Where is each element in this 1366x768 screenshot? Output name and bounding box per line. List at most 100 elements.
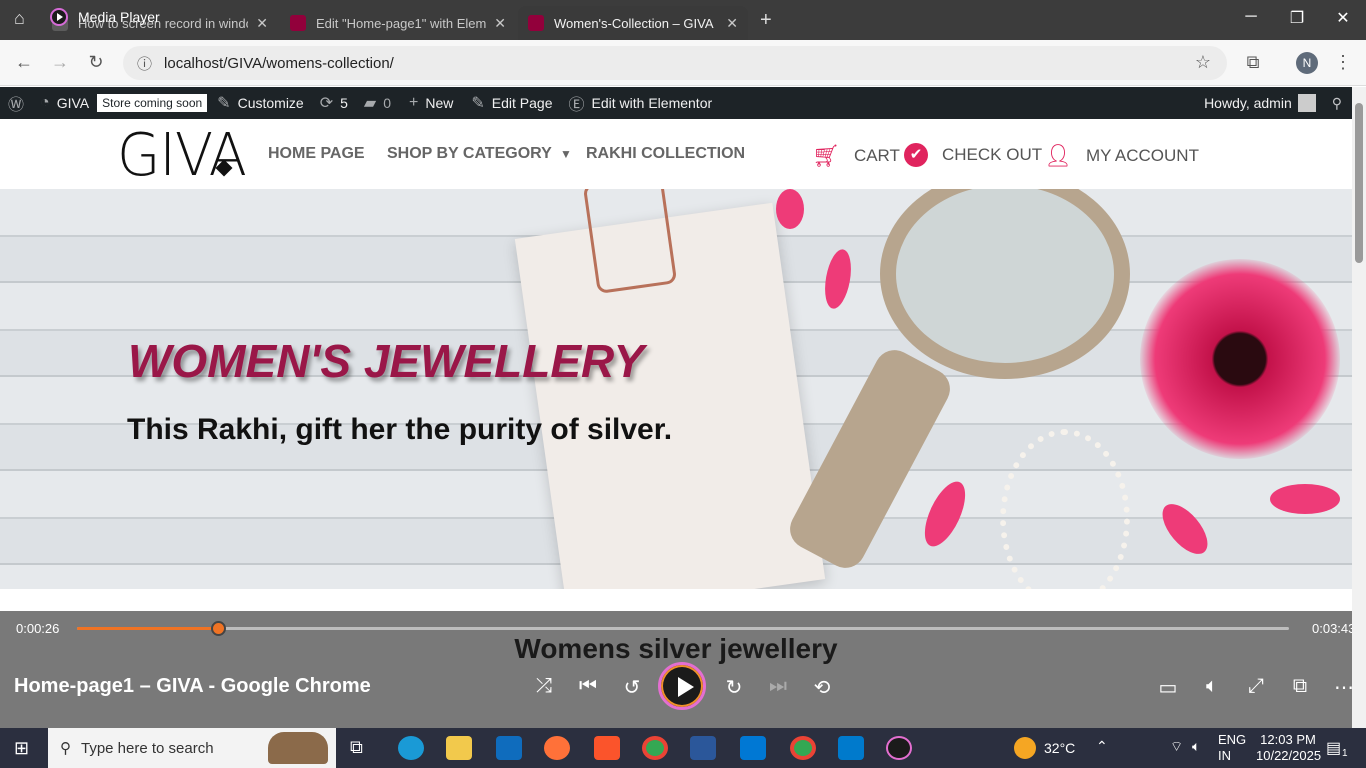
- windows-start-icon[interactable]: ⊞: [14, 738, 29, 759]
- chrome-profile-icon[interactable]: [790, 736, 816, 760]
- pencil-icon: ✎: [471, 95, 485, 112]
- wp-site-name[interactable]: ◔ GIVA: [40, 94, 89, 112]
- wp-edit-page[interactable]: ✎ Edit Page: [471, 93, 552, 113]
- media-player-app-name: Media Player: [78, 9, 160, 25]
- reload-icon[interactable]: ↻: [84, 52, 108, 73]
- close-tab-icon[interactable]: ✕: [726, 15, 738, 32]
- plus-icon: +: [409, 94, 419, 111]
- back-icon[interactable]: ←: [12, 52, 36, 73]
- vscode-icon[interactable]: [838, 736, 864, 760]
- home-icon[interactable]: ⌂: [14, 8, 25, 29]
- scrollbar-thumb[interactable]: [1355, 103, 1363, 263]
- search-icon: ⚲: [60, 740, 71, 757]
- edge-icon[interactable]: [398, 736, 424, 760]
- tab-edit-home-page[interactable]: Edit "Home-page1" with Elemen ✕: [280, 6, 516, 40]
- search-icon[interactable]: ⚲: [1332, 95, 1342, 112]
- search-placeholder: Type here to search: [81, 739, 214, 757]
- forward-30-icon[interactable]: ↻: [719, 675, 749, 700]
- site-logo[interactable]: GIVA: [117, 121, 247, 189]
- lang-indicator[interactable]: ENG IN: [1218, 732, 1246, 764]
- close-tab-icon[interactable]: ✕: [494, 15, 506, 32]
- app-icon[interactable]: [740, 736, 766, 760]
- close-tab-icon[interactable]: ✕: [256, 15, 268, 32]
- close-window-icon[interactable]: ✕: [1320, 8, 1366, 28]
- now-playing-title: Home-page1 – GIVA - Google Chrome: [14, 675, 371, 697]
- nav-checkout[interactable]: ✔ CHECK OUT: [904, 143, 1042, 167]
- flower-illustration: [1140, 259, 1340, 459]
- hero-heading: WOMEN'S JEWELLERY: [128, 335, 645, 387]
- wp-updates[interactable]: ⟳ 5: [320, 93, 348, 113]
- shuffle-icon[interactable]: ⤮: [529, 675, 559, 698]
- brush-icon: ✎: [217, 95, 231, 112]
- section-title: Womens silver jewellery: [514, 633, 838, 664]
- repeat-icon[interactable]: ⟲: [807, 675, 837, 700]
- minimize-icon[interactable]: ─: [1228, 8, 1274, 26]
- network-icon[interactable]: ⌔: [1170, 738, 1183, 756]
- comment-icon: ▰: [363, 95, 377, 112]
- firefox-icon[interactable]: [544, 736, 570, 760]
- region-code: IN: [1218, 748, 1231, 763]
- wp-new[interactable]: + New: [409, 94, 453, 112]
- tray-chevron-icon[interactable]: ⌃: [1096, 738, 1108, 755]
- lang-code: ENG: [1218, 732, 1247, 747]
- captions-icon[interactable]: ▭: [1153, 675, 1183, 700]
- wp-account[interactable]: Howdy, admin: [1204, 94, 1316, 112]
- wordpress-logo-icon[interactable]: Ⓦ: [8, 91, 24, 115]
- file-explorer-icon[interactable]: [446, 736, 472, 760]
- media-player-controls: Womens silver jewellery 0:00:26 0:03:43 …: [0, 611, 1366, 728]
- task-view-icon[interactable]: ⧉: [350, 737, 363, 758]
- tab-title: Women's-Collection – GIVA: [554, 15, 714, 31]
- menu-dots-icon[interactable]: ⋮: [1331, 52, 1355, 73]
- tab-womens-collection[interactable]: Women's-Collection – GIVA ✕: [518, 6, 748, 40]
- site-header: GIVA HOME PAGE SHOP BY CATEGORY ▼ RAKHI …: [0, 119, 1352, 190]
- cart-icon: 🛒︎: [812, 143, 840, 168]
- windows-taskbar: ⊞ ⚲ Type here to search ⧉ 32°C ⌃ ⌔ 🔈︎ EN…: [0, 728, 1366, 768]
- weather-icon[interactable]: [1014, 737, 1036, 759]
- nav-shop-by-category[interactable]: SHOP BY CATEGORY ▼: [387, 145, 572, 163]
- wp-customize[interactable]: ✎ Customize: [217, 93, 304, 113]
- seek-handle[interactable]: [210, 621, 226, 636]
- check-circle-icon: ✔: [904, 143, 928, 167]
- forward-icon[interactable]: →: [48, 52, 72, 73]
- taskbar-search[interactable]: ⚲ Type here to search: [48, 728, 336, 768]
- address-bar[interactable]: ⓘ localhost/GIVA/womens-collection/: [123, 46, 1227, 80]
- chevron-down-icon: ▼: [559, 147, 572, 161]
- fullscreen-icon[interactable]: ⤢: [1241, 675, 1271, 698]
- next-icon[interactable]: ⏭: [763, 675, 793, 698]
- notifications-icon[interactable]: ▤: [1326, 738, 1341, 758]
- volume-tray-icon[interactable]: 🔈︎: [1192, 738, 1200, 755]
- volume-icon[interactable]: 🔈︎: [1197, 675, 1227, 698]
- nav-rakhi-collection[interactable]: RAKHI COLLECTION: [586, 145, 745, 163]
- extensions-icon[interactable]: ⧉: [1241, 52, 1265, 73]
- petal-illustration: [1154, 496, 1216, 562]
- outlook-icon[interactable]: [496, 736, 522, 760]
- page-scrollbar[interactable]: [1352, 87, 1366, 728]
- nav-cart[interactable]: 🛒︎ CART: [812, 143, 900, 169]
- wp-comments[interactable]: ▰ 0: [364, 93, 391, 113]
- previous-icon[interactable]: ⏮: [573, 675, 603, 698]
- brave-icon[interactable]: [594, 736, 620, 760]
- rewind-10-icon[interactable]: ↺: [617, 675, 647, 700]
- restore-icon[interactable]: ❐: [1274, 8, 1320, 28]
- chrome-icon[interactable]: [642, 736, 668, 760]
- elementor-icon: [290, 15, 306, 31]
- profile-avatar[interactable]: N: [1296, 52, 1318, 74]
- nav-home-page[interactable]: HOME PAGE: [268, 145, 365, 163]
- nav-my-account[interactable]: 👤︎ MY ACCOUNT: [1044, 143, 1199, 169]
- clock[interactable]: 12:03 PM 10/22/2025: [1256, 732, 1321, 764]
- dashboard-icon: ◔: [40, 94, 50, 111]
- mini-player-icon[interactable]: ⧉: [1285, 675, 1315, 698]
- media-player-taskbar-icon[interactable]: [886, 736, 912, 760]
- wp-edit-elementor[interactable]: Ⓔ Edit with Elementor: [569, 91, 713, 115]
- browser-toolbar: ← → ↻ ⓘ localhost/GIVA/womens-collection…: [0, 40, 1366, 86]
- site-info-icon[interactable]: ⓘ: [137, 53, 152, 74]
- new-tab-icon[interactable]: +: [760, 9, 772, 32]
- url-text: localhost/GIVA/womens-collection/: [164, 54, 394, 72]
- bookmark-star-icon[interactable]: ☆: [1191, 52, 1215, 73]
- paper-clip-illustration: [582, 189, 678, 295]
- petal-illustration: [1270, 484, 1340, 514]
- word-icon[interactable]: [690, 736, 716, 760]
- seek-bar[interactable]: [77, 621, 1289, 636]
- weather-temp[interactable]: 32°C: [1044, 740, 1075, 756]
- play-button[interactable]: [658, 662, 706, 710]
